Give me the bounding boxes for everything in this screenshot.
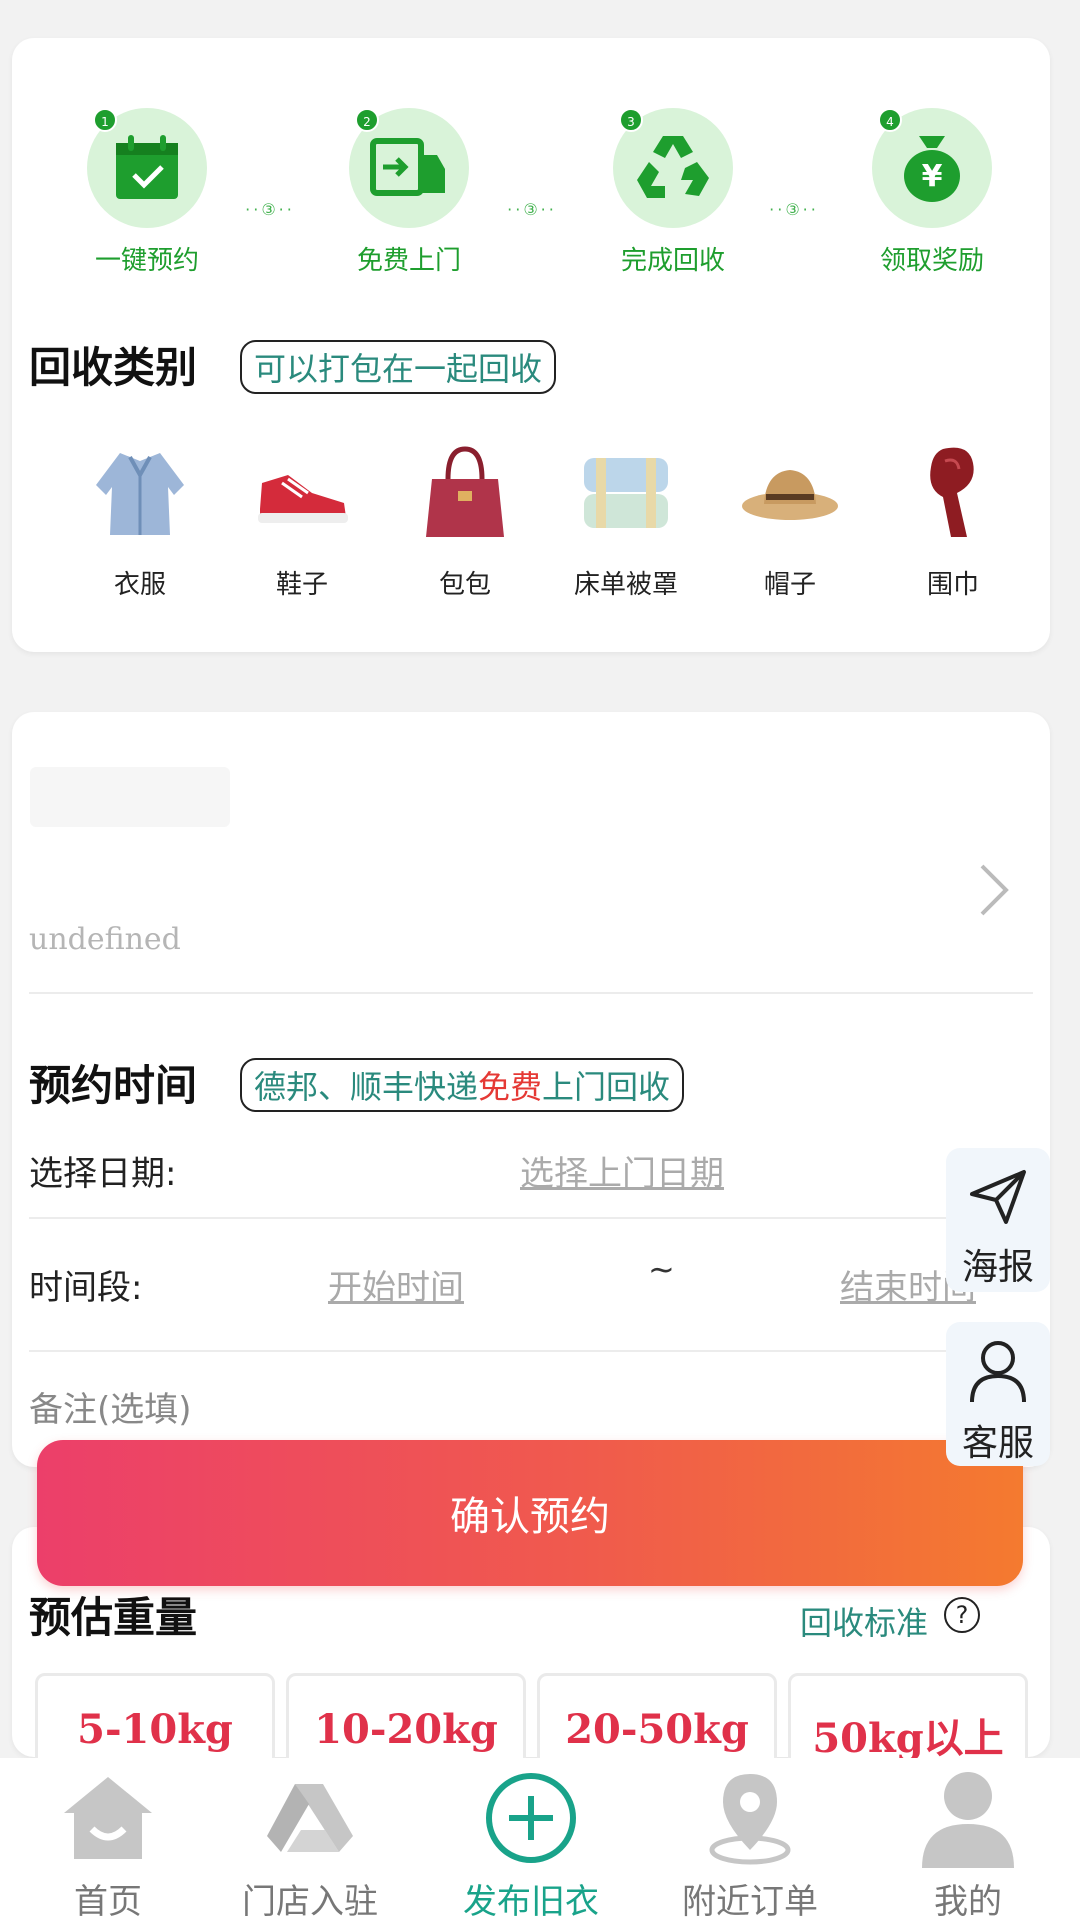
address-name [30,767,230,827]
step-connector: ··③·· [769,200,819,219]
category-item-hat[interactable]: 帽子 [715,438,865,601]
shirt-icon [96,453,184,535]
store-icon [267,1784,353,1852]
tab-label: 发布旧衣 [463,1882,599,1920]
handbag-icon [426,446,504,537]
step-label: 完成回收 [620,246,725,276]
category-label: 围巾 [926,570,979,600]
svg-text:¥: ¥ [922,159,943,194]
calendar-check-icon [116,135,178,199]
divider [29,1350,1033,1352]
poster-button[interactable]: 海报 [946,1148,1050,1292]
step-number: 2 [355,108,379,132]
category-item-clothes[interactable]: 衣服 [65,438,215,601]
step-number: 4 [878,108,902,132]
category-label: 鞋子 [275,570,328,600]
category-item-scarf[interactable]: 围巾 [878,438,1028,601]
category-item-bag[interactable]: 包包 [390,438,540,601]
address-detail: undefined [29,922,181,957]
tab-publish[interactable]: 发布旧衣 [423,1758,639,1920]
bottom-tab-bar: 首页 门店入驻 发布旧衣 附近订单 我的 [0,1758,1080,1920]
time-label: 时间段: [29,1268,143,1308]
location-pin-icon [709,1774,791,1865]
home-icon [64,1777,152,1859]
category-label: 包包 [438,570,491,600]
tab-store[interactable]: 门店入驻 [202,1758,418,1920]
tab-label: 门店入驻 [242,1882,378,1920]
address-selector[interactable]: undefined [12,712,1050,992]
tab-nearby[interactable]: 附近订单 [642,1758,858,1920]
time-separator: ~ [648,1250,675,1288]
appointment-note: 德邦、顺丰快递免费上门回收 [240,1058,685,1112]
help-icon[interactable]: ? [944,1597,980,1633]
recycle-icon [637,136,709,198]
standard-link[interactable]: 回收标准 [800,1598,928,1644]
step-label: 免费上门 [356,246,461,276]
hat-icon [742,470,838,520]
process-card: 1 一键预约 ··③·· 2 免费上门 ··③·· 3 完成回收 ··③·· 4… [12,38,1050,652]
person-icon [970,1341,1026,1403]
step-pickup[interactable]: 2 免费上门 [309,108,509,277]
tab-mine[interactable]: 我的 [860,1758,1076,1920]
category-item-shoes[interactable]: 鞋子 [227,438,377,601]
tab-label: 我的 [934,1882,1002,1920]
paper-plane-icon [970,1170,1026,1224]
step-reward[interactable]: 4 ¥ 领取奖励 [832,108,1032,277]
tab-label: 附近订单 [682,1882,818,1920]
tab-label: 首页 [74,1882,142,1920]
step-book[interactable]: 1 一键预约 [47,108,247,277]
service-button[interactable]: 客服 [946,1322,1050,1466]
category-item-bedding[interactable]: 床单被罩 [551,438,701,601]
shoe-icon [258,475,348,523]
scarf-icon [930,447,974,537]
category-label: 衣服 [113,570,166,600]
category-note: 可以打包在一起回收 [240,340,557,394]
date-label: 选择日期: [29,1154,177,1194]
money-bag-icon: ¥ [904,136,960,202]
divider [29,992,1033,994]
truck-icon [370,138,445,196]
divider [29,1217,1033,1219]
step-label: 领取奖励 [879,246,984,276]
appointment-title: 预约时间 [29,1061,198,1110]
step-connector: ··③·· [507,200,557,219]
step-label: 一键预约 [94,246,199,276]
category-label: 床单被罩 [573,570,678,600]
remark-input[interactable]: 备注(选填) [29,1382,192,1431]
tab-home[interactable]: 首页 [0,1758,216,1920]
step-number: 1 [93,108,117,132]
plus-circle-icon [486,1773,576,1863]
confirm-button[interactable]: 确认预约 [37,1440,1023,1586]
user-icon [922,1772,1014,1868]
category-label: 帽子 [763,570,816,600]
poster-label: 海报 [961,1247,1034,1288]
date-picker[interactable]: 选择上门日期 [520,1146,724,1195]
chevron-right-icon [980,864,1009,916]
bedding-icon [584,458,668,528]
step-recycle[interactable]: 3 完成回收 [573,108,773,277]
step-number: 3 [619,108,643,132]
appointment-card: undefined 预约时间 德邦、顺丰快递免费上门回收 选择日期: 选择上门日… [12,712,1050,1467]
service-label: 客服 [961,1423,1034,1464]
weight-title: 预估重量 [29,1593,198,1642]
step-connector: ··③·· [245,200,295,219]
category-title: 回收类别 [29,343,198,392]
start-time-picker[interactable]: 开始时间 [328,1260,464,1309]
